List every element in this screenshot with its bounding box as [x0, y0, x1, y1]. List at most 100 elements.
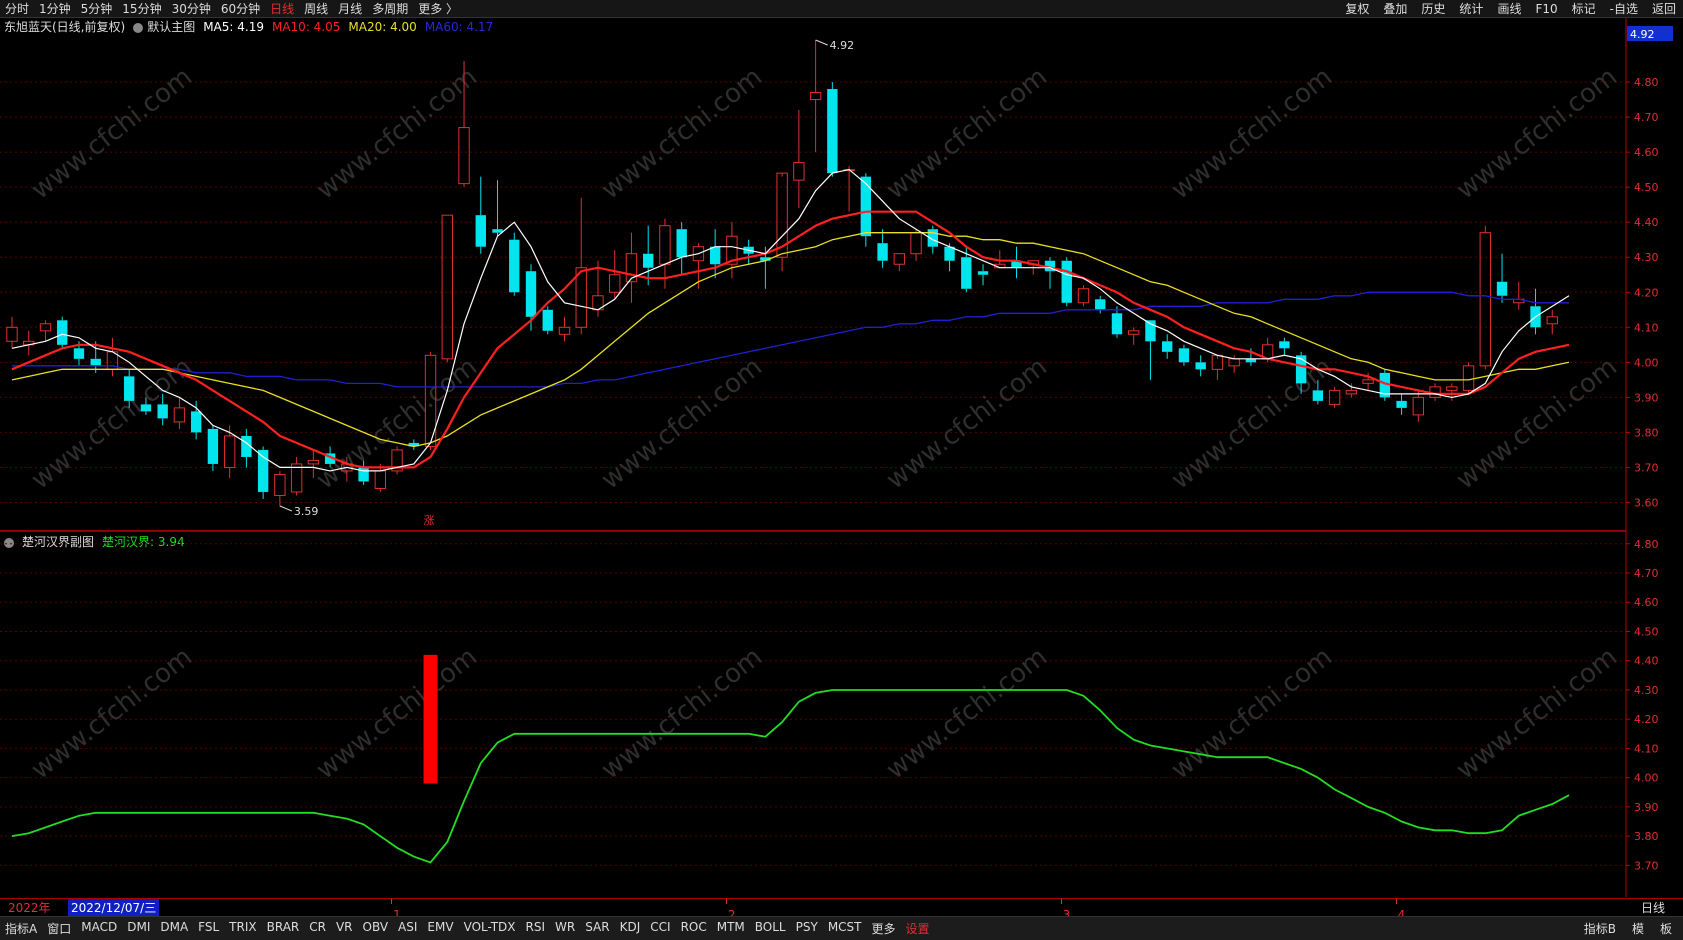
- candle-body-down: [207, 428, 219, 464]
- candle: [793, 110, 805, 209]
- main-y-tick-label: 3.60: [1634, 496, 1659, 509]
- candle-body-down: [1178, 348, 1190, 363]
- indicator-tab-14[interactable]: RSI: [521, 920, 551, 937]
- indicator-tab-16[interactable]: SAR: [580, 920, 614, 937]
- indicator-tab-25[interactable]: 设置: [901, 920, 935, 937]
- candle: [391, 446, 403, 475]
- candle: [190, 400, 202, 440]
- candle: [910, 229, 922, 261]
- candle-body-up: [558, 326, 571, 335]
- indicator-tab-23[interactable]: MCST: [823, 920, 867, 937]
- candle: [441, 214, 453, 363]
- candle: [1462, 362, 1475, 394]
- candle-body-down: [961, 257, 972, 289]
- candle-body-down: [1312, 390, 1324, 401]
- bottom-right-item-1[interactable]: 模: [1627, 920, 1649, 937]
- candle-body-down: [525, 271, 537, 317]
- candle: [1128, 327, 1140, 345]
- main-y-tick-label: 3.90: [1634, 391, 1659, 404]
- candle-body-up: [809, 92, 822, 101]
- indicator-tab-6[interactable]: TRIX: [224, 920, 261, 937]
- candle-body-up: [893, 253, 906, 265]
- candle: [1077, 285, 1090, 307]
- indicator-tab-19[interactable]: ROC: [676, 920, 712, 937]
- indicator-tab-20[interactable]: MTM: [712, 920, 750, 937]
- candle: [1095, 295, 1106, 314]
- month-tick: [391, 899, 393, 904]
- bottom-right-item-2[interactable]: 板: [1655, 920, 1677, 937]
- candle-body-up: [1128, 330, 1140, 335]
- indicator-tab-0[interactable]: 指标A: [0, 920, 42, 937]
- candle-body-up: [307, 459, 320, 465]
- candle-body-down: [877, 243, 888, 261]
- candle: [1496, 253, 1508, 303]
- watermark-text: www.cfchi.com: [1166, 352, 1338, 496]
- sub-y-tick-label: 4.00: [1634, 772, 1659, 785]
- watermark-text: www.cfchi.com: [881, 62, 1053, 206]
- indicator-tab-9[interactable]: VR: [331, 920, 358, 937]
- candle-body-up: [1077, 288, 1090, 304]
- indicator-tab-21[interactable]: BOLL: [750, 920, 791, 937]
- sub-y-tick-label: 3.80: [1634, 830, 1659, 843]
- candle: [1446, 383, 1458, 401]
- signal-bar: [423, 654, 438, 784]
- main-y-tick-label: 4.60: [1634, 146, 1659, 159]
- candle-body-down: [157, 404, 168, 419]
- main-y-tick-label: 3.70: [1634, 461, 1659, 474]
- watermark-text: www.cfchi.com: [1166, 62, 1338, 206]
- indicator-tab-10[interactable]: OBV: [358, 920, 394, 937]
- candle-body-up: [1345, 389, 1358, 395]
- indicator-tab-17[interactable]: KDJ: [615, 920, 646, 937]
- candle-body-down: [1162, 341, 1173, 352]
- indicator-tab-2[interactable]: MACD: [76, 920, 122, 937]
- candle: [39, 320, 52, 342]
- sub-y-tick-label: 4.10: [1634, 742, 1659, 755]
- candle-body-down: [73, 348, 85, 359]
- indicator-tab-15[interactable]: WR: [550, 920, 580, 937]
- watermark-text: www.cfchi.com: [596, 352, 768, 496]
- candle-body-down: [676, 229, 687, 258]
- indicator-tab-7[interactable]: BRAR: [262, 920, 305, 937]
- ma5-line: [11, 168, 1570, 472]
- candle-body-down: [1061, 260, 1072, 303]
- low-marker-line: [279, 505, 293, 512]
- price-chart[interactable]: 4.80 4.70 4.60 4.50 4.40 4.30 4.20 4.10 4.00 3.90…: [0, 0, 1683, 897]
- candle-body-down: [977, 271, 989, 275]
- indicator-tab-3[interactable]: DMI: [122, 920, 155, 937]
- watermark-text: www.cfchi.com: [26, 642, 198, 786]
- bottom-right-item-0[interactable]: 指标B: [1579, 920, 1621, 937]
- candle-body-down: [1496, 281, 1508, 296]
- cursor-date: 2022/12/07/三: [68, 899, 160, 916]
- candle-body-up: [223, 435, 236, 468]
- candle: [676, 222, 687, 275]
- indicator-tab-22[interactable]: PSY: [791, 920, 823, 937]
- candle-body-up: [625, 253, 638, 283]
- watermark-text: www.cfchi.com: [596, 62, 768, 206]
- indicator-tab-4[interactable]: DMA: [155, 920, 193, 937]
- candle: [1044, 257, 1056, 289]
- indicator-tab-12[interactable]: EMV: [422, 920, 458, 937]
- main-y-tick-label: 4.00: [1634, 356, 1659, 369]
- price-tag-label: 4.92: [1630, 28, 1655, 41]
- candle: [241, 428, 252, 468]
- sub-y-tick-label: 4.70: [1634, 567, 1659, 580]
- period-label[interactable]: 日线: [1641, 899, 1665, 916]
- candle-body-up: [6, 326, 18, 342]
- indicator-tab-24[interactable]: 更多: [867, 920, 901, 937]
- candle-body-up: [910, 232, 922, 255]
- candle-body-down: [190, 411, 202, 433]
- indicator-tab-13[interactable]: VOL-TDX: [459, 920, 521, 937]
- candle-body-up: [1362, 379, 1374, 384]
- candle-body-down: [124, 376, 135, 401]
- indicator-tab-11[interactable]: ASI: [393, 920, 422, 937]
- indicator-tab-5[interactable]: FSL: [193, 920, 224, 937]
- indicator-tab-8[interactable]: CR: [304, 920, 331, 937]
- indicator-tab-18[interactable]: CCI: [645, 920, 675, 937]
- indicator-tab-bar: 指标A 窗口 MACD DMI DMA FSL TRIX BRAR CR VR OBV ASI EMV V…: [0, 916, 1683, 940]
- candle-body-down: [509, 239, 520, 293]
- candle-body-down: [542, 309, 553, 331]
- candle: [1345, 383, 1358, 398]
- candle: [1111, 306, 1123, 338]
- candle: [743, 239, 754, 265]
- indicator-tab-1[interactable]: 窗口: [42, 920, 76, 937]
